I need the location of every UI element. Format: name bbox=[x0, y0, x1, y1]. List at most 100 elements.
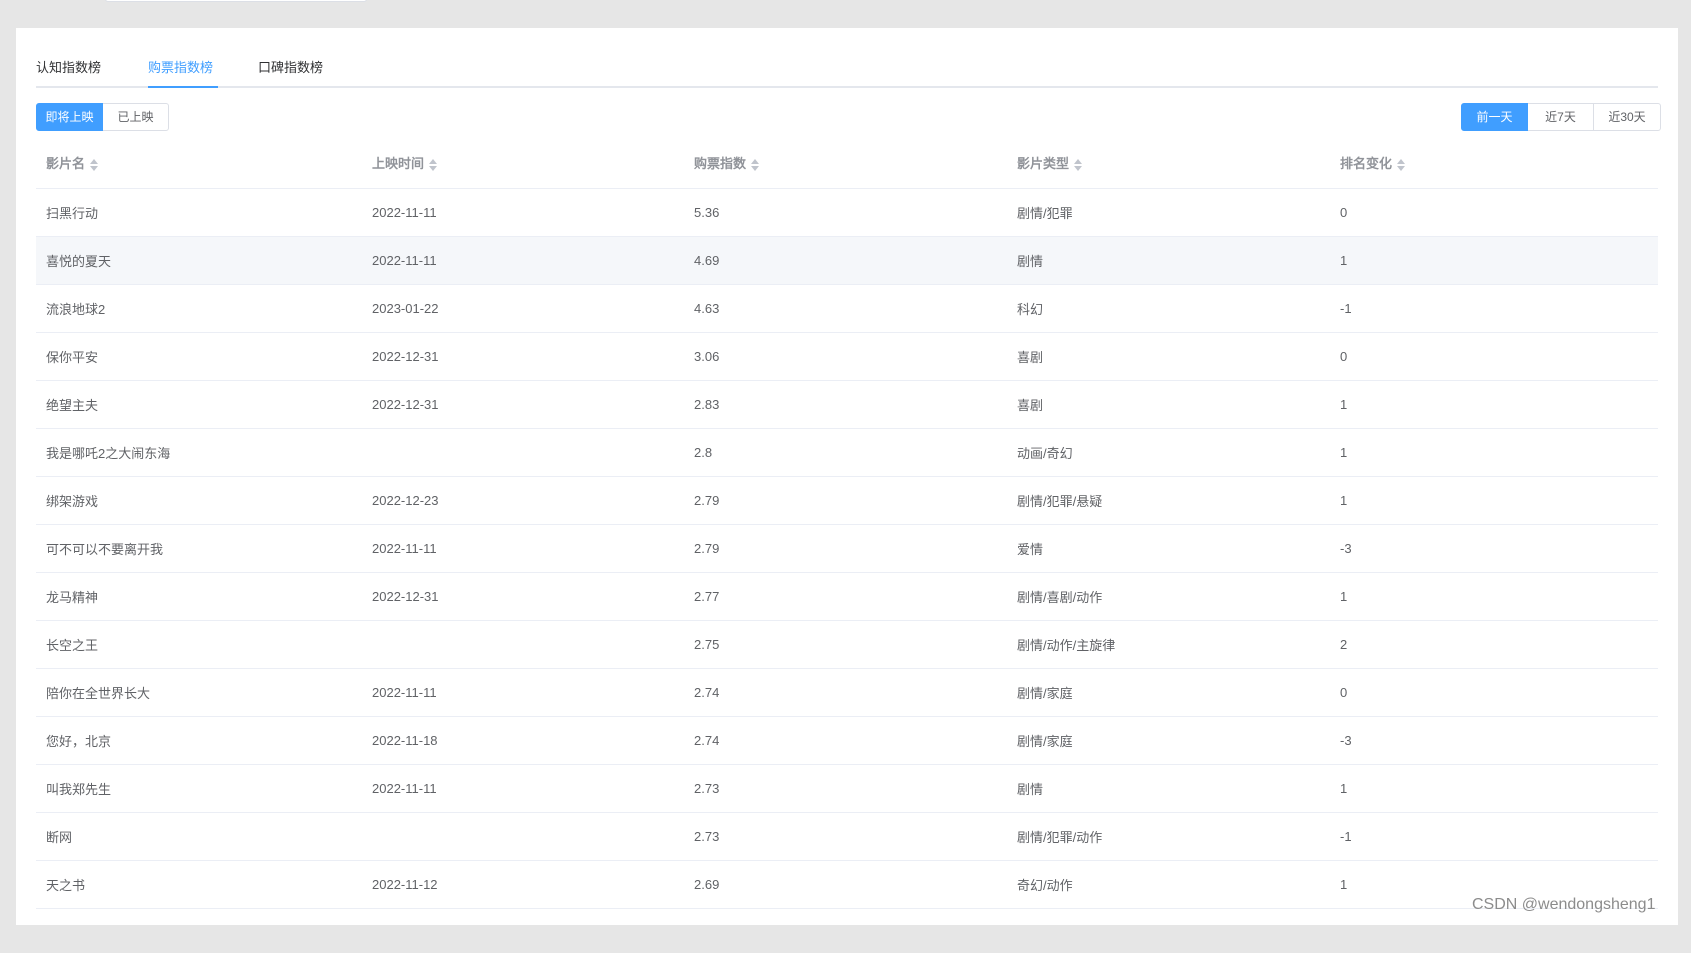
cell-ticket-index: 2.73 bbox=[684, 764, 1007, 813]
sort-caret-icon[interactable] bbox=[90, 158, 99, 172]
release-filter: 即将上映 已上映 bbox=[36, 103, 169, 131]
cell-movie-name: 您好，北京 bbox=[36, 716, 362, 765]
cell-rank-change: 1 bbox=[1330, 380, 1658, 429]
column-header-movie-genre[interactable]: 影片类型 bbox=[1007, 138, 1330, 189]
cell-movie-genre: 动画/奇幻 bbox=[1007, 428, 1330, 477]
cell-release-date: 2022-11-11 bbox=[362, 236, 684, 285]
cell-movie-name: 长空之王 bbox=[36, 620, 362, 669]
cell-movie-genre: 剧情 bbox=[1007, 764, 1330, 813]
cell-rank-change: 1 bbox=[1330, 572, 1658, 621]
cell-movie-genre: 剧情 bbox=[1007, 236, 1330, 285]
cell-release-date: 2022-11-11 bbox=[362, 668, 684, 717]
table-row[interactable]: 长空之王 2.75 剧情/动作/主旋律 2 bbox=[36, 620, 1658, 669]
cell-movie-genre: 奇幻/动作 bbox=[1007, 860, 1330, 909]
cell-rank-change: -3 bbox=[1330, 716, 1658, 765]
cell-release-date: 2023-01-22 bbox=[362, 284, 684, 333]
cell-ticket-index: 2.77 bbox=[684, 572, 1007, 621]
cell-release-date: 2022-12-31 bbox=[362, 332, 684, 381]
cell-movie-name: 我是哪吒2之大闹东海 bbox=[36, 428, 362, 477]
cell-ticket-index: 2.8 bbox=[684, 428, 1007, 477]
sort-caret-icon[interactable] bbox=[1074, 158, 1083, 172]
cell-movie-genre: 喜剧 bbox=[1007, 380, 1330, 429]
top-bar bbox=[0, 0, 1691, 10]
cell-movie-name: 绝望主夫 bbox=[36, 380, 362, 429]
cell-rank-change: 0 bbox=[1330, 668, 1658, 717]
cell-release-date: 2022-11-11 bbox=[362, 764, 684, 813]
cell-movie-name: 流浪地球2 bbox=[36, 284, 362, 333]
table-row[interactable]: 绑架游戏 2022-12-23 2.79 剧情/犯罪/悬疑 1 bbox=[36, 476, 1658, 525]
cell-rank-change: 1 bbox=[1330, 236, 1658, 285]
table-row[interactable]: 陪你在全世界长大 2022-11-11 2.74 剧情/家庭 0 bbox=[36, 668, 1658, 717]
table-row[interactable]: 流浪地球2 2023-01-22 4.63 科幻 -1 bbox=[36, 284, 1658, 333]
cell-ticket-index: 2.75 bbox=[684, 620, 1007, 669]
upcoming-button[interactable]: 即将上映 bbox=[36, 103, 103, 131]
column-header-label: 上映时间 bbox=[372, 156, 425, 172]
column-header-label: 影片名 bbox=[46, 156, 86, 172]
cell-movie-name: 绑架游戏 bbox=[36, 476, 362, 525]
column-header-ticket-index[interactable]: 购票指数 bbox=[684, 138, 1007, 189]
table-row[interactable]: 天之书 2022-11-12 2.69 奇幻/动作 1 bbox=[36, 860, 1658, 909]
cell-release-date: 2022-11-11 bbox=[362, 524, 684, 573]
cell-rank-change: -3 bbox=[1330, 524, 1658, 573]
cell-rank-change: 1 bbox=[1330, 428, 1658, 477]
sort-caret-icon[interactable] bbox=[1397, 158, 1406, 172]
cell-rank-change: 2 bbox=[1330, 620, 1658, 669]
top-input-stub[interactable] bbox=[105, 0, 367, 2]
cell-ticket-index: 2.69 bbox=[684, 860, 1007, 909]
cell-movie-genre: 剧情/动作/主旋律 bbox=[1007, 620, 1330, 669]
cell-movie-name: 叫我郑先生 bbox=[36, 764, 362, 813]
cell-ticket-index: 2.73 bbox=[684, 812, 1007, 861]
last-30-days-button[interactable]: 近30天 bbox=[1593, 103, 1661, 131]
released-button[interactable]: 已上映 bbox=[102, 103, 169, 131]
ranking-card: 认知指数榜 购票指数榜 口碑指数榜 即将上映 已上映 前一天 近7天 近30天 … bbox=[16, 28, 1678, 925]
table-row[interactable]: 龙马精神 2022-12-31 2.77 剧情/喜剧/动作 1 bbox=[36, 572, 1658, 621]
cell-rank-change: 1 bbox=[1330, 476, 1658, 525]
previous-day-button[interactable]: 前一天 bbox=[1461, 103, 1528, 131]
cell-movie-name: 可不可以不要离开我 bbox=[36, 524, 362, 573]
cell-movie-genre: 科幻 bbox=[1007, 284, 1330, 333]
cell-movie-genre: 剧情/犯罪/动作 bbox=[1007, 812, 1330, 861]
cell-ticket-index: 2.79 bbox=[684, 524, 1007, 573]
cell-release-date: 2022-12-31 bbox=[362, 572, 684, 621]
cell-ticket-index: 5.36 bbox=[684, 188, 1007, 237]
table-row[interactable]: 喜悦的夏天 2022-11-11 4.69 剧情 1 bbox=[36, 236, 1658, 285]
cell-ticket-index: 4.69 bbox=[684, 236, 1007, 285]
sort-caret-icon[interactable] bbox=[429, 158, 438, 172]
table-row[interactable]: 您好，北京 2022-11-18 2.74 剧情/家庭 -3 bbox=[36, 716, 1658, 765]
cell-release-date bbox=[362, 620, 684, 669]
column-header-rank-change[interactable]: 排名变化 bbox=[1330, 138, 1658, 189]
column-header-label: 排名变化 bbox=[1340, 156, 1393, 172]
column-header-label: 影片类型 bbox=[1017, 156, 1070, 172]
table-row[interactable]: 扫黑行动 2022-11-11 5.36 剧情/犯罪 0 bbox=[36, 188, 1658, 237]
tab-awareness-index[interactable]: 认知指数榜 bbox=[36, 54, 101, 88]
ranking-tabs: 认知指数榜 购票指数榜 口碑指数榜 bbox=[36, 54, 1658, 88]
cell-movie-name: 扫黑行动 bbox=[36, 188, 362, 237]
table-row[interactable]: 绝望主夫 2022-12-31 2.83 喜剧 1 bbox=[36, 380, 1658, 429]
cell-movie-name: 断网 bbox=[36, 812, 362, 861]
cell-release-date: 2022-11-11 bbox=[362, 188, 684, 237]
cell-movie-genre: 剧情/犯罪/悬疑 bbox=[1007, 476, 1330, 525]
cell-movie-genre: 剧情/家庭 bbox=[1007, 668, 1330, 717]
cell-rank-change: -1 bbox=[1330, 812, 1658, 861]
cell-release-date: 2022-11-12 bbox=[362, 860, 684, 909]
table-row[interactable]: 叫我郑先生 2022-11-11 2.73 剧情 1 bbox=[36, 764, 1658, 813]
tab-ticket-index[interactable]: 购票指数榜 bbox=[148, 54, 213, 88]
tab-reputation-index[interactable]: 口碑指数榜 bbox=[258, 54, 323, 88]
table-row[interactable]: 我是哪吒2之大闹东海 2.8 动画/奇幻 1 bbox=[36, 428, 1658, 477]
cell-movie-genre: 爱情 bbox=[1007, 524, 1330, 573]
cell-movie-genre: 剧情/犯罪 bbox=[1007, 188, 1330, 237]
cell-release-date bbox=[362, 812, 684, 861]
cell-ticket-index: 2.74 bbox=[684, 716, 1007, 765]
cell-movie-name: 保你平安 bbox=[36, 332, 362, 381]
cell-release-date: 2022-12-23 bbox=[362, 476, 684, 525]
table-row[interactable]: 可不可以不要离开我 2022-11-11 2.79 爱情 -3 bbox=[36, 524, 1658, 573]
table-row[interactable]: 断网 2.73 剧情/犯罪/动作 -1 bbox=[36, 812, 1658, 861]
last-7-days-button[interactable]: 近7天 bbox=[1527, 103, 1594, 131]
cell-rank-change: 0 bbox=[1330, 332, 1658, 381]
ranking-table: 影片名 上映时间 购票指数 影片类型 排名变化 扫黑行动 2022-11-11 5.… bbox=[36, 138, 1658, 909]
column-header-release-date[interactable]: 上映时间 bbox=[362, 138, 684, 189]
column-header-movie-name[interactable]: 影片名 bbox=[36, 138, 362, 189]
sort-caret-icon[interactable] bbox=[751, 158, 760, 172]
cell-movie-genre: 剧情/家庭 bbox=[1007, 716, 1330, 765]
table-row[interactable]: 保你平安 2022-12-31 3.06 喜剧 0 bbox=[36, 332, 1658, 381]
